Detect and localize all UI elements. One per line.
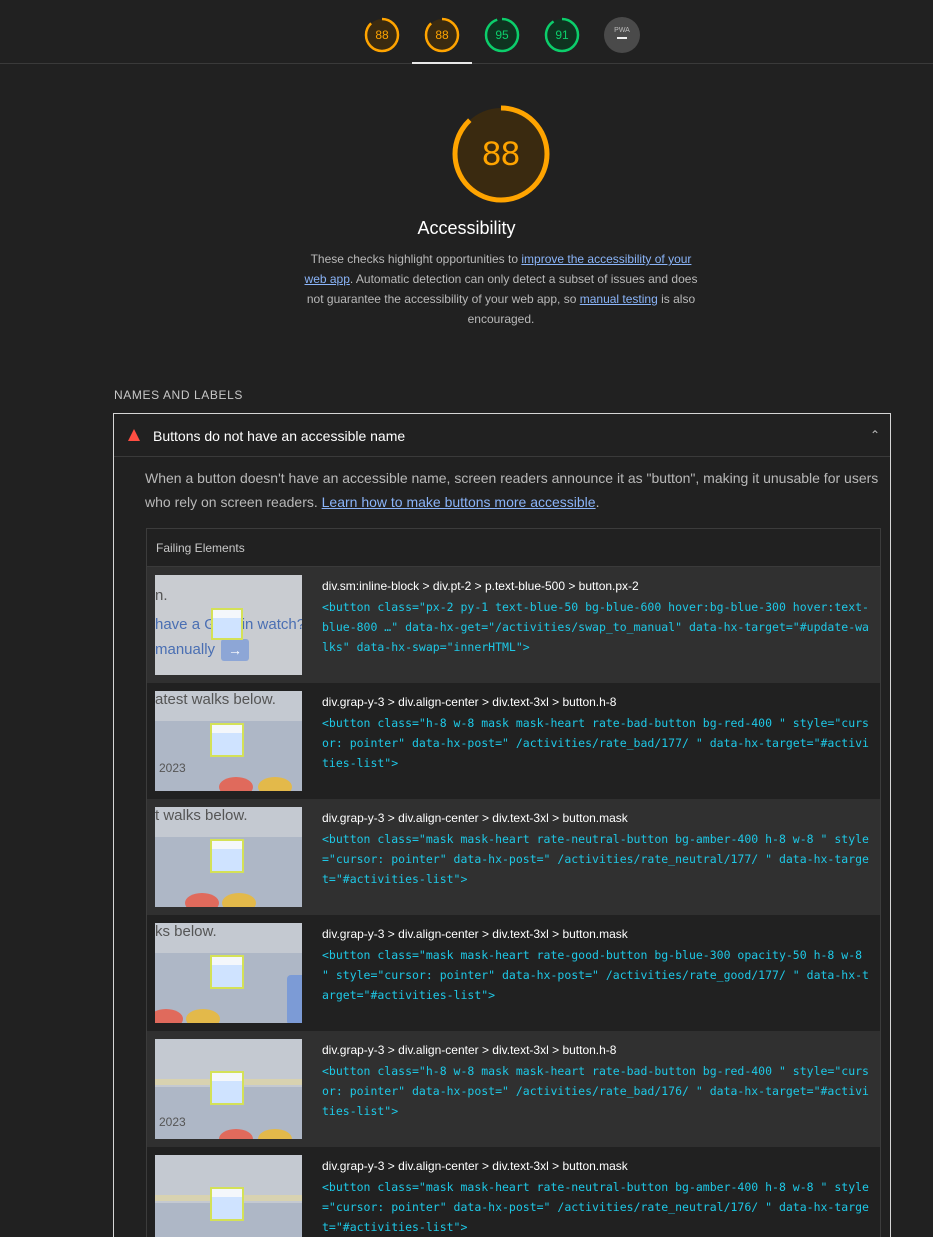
node-snippet: <button class="mask mask-heart rate-neut… (322, 832, 869, 886)
table-row[interactable]: t walks below. div.grap-y-3 > div.align-… (147, 799, 880, 915)
thumb-text: n. (155, 587, 168, 604)
manual-testing-link[interactable]: manual testing (580, 292, 658, 306)
chevron-up-icon[interactable]: ⌃ (870, 428, 880, 442)
thumb-text: atest walks below. (155, 691, 276, 708)
audit-buttons-accessible-name: Buttons do not have an accessible name ⌃… (113, 413, 891, 1237)
thumb-text: manually (155, 641, 216, 658)
node-path: div.grap-y-3 > div.align-center > div.te… (322, 811, 628, 825)
learn-more-link[interactable]: Learn how to make buttons more accessibl… (322, 494, 596, 510)
score-value: 91 (555, 28, 569, 42)
node-snippet: <button class="mask mask-heart rate-good… (322, 948, 869, 1002)
table-row[interactable]: atest walks below. 2023 div.grap-y-3 > d… (147, 683, 880, 799)
table-header: Failing Elements (147, 529, 880, 567)
score-tab-best-practices[interactable]: 95 (484, 17, 520, 53)
score-tab-seo[interactable]: 91 (544, 17, 580, 53)
score-tab-performance[interactable]: 88 (364, 17, 400, 53)
node-snippet: <button class="mask mask-heart rate-neut… (322, 1180, 869, 1234)
node-snippet: <button class="px-2 py-1 text-blue-50 bg… (322, 600, 869, 654)
audit-title: Buttons do not have an accessible name (153, 428, 406, 444)
score-value: 88 (435, 28, 449, 42)
heart-icon (186, 1009, 220, 1023)
score-tab-accessibility[interactable]: 88 (424, 17, 460, 53)
element-screenshot: atest walks below. 2023 (155, 691, 302, 791)
score-tab-bar: 88 88 95 91 PWA (0, 0, 933, 64)
node-path: div.grap-y-3 > div.align-center > div.te… (322, 927, 628, 941)
thumb-text: ks below. (155, 923, 217, 940)
node-path: div.grap-y-3 > div.align-center > div.te… (322, 695, 617, 709)
thumb-text: 2023 (159, 1115, 186, 1129)
highlight-box (210, 955, 244, 989)
heart-icon (222, 893, 256, 907)
score-value: 95 (495, 28, 509, 42)
pwa-dash-icon (617, 37, 627, 39)
node-path: div.grap-y-3 > div.align-center > div.te… (322, 1043, 617, 1057)
heart-icon (185, 893, 219, 907)
table-row[interactable]: div.grap-y-3 > div.align-center > div.te… (147, 1147, 880, 1237)
accessibility-score-value: 88 (482, 134, 520, 173)
element-screenshot: n. have a Garmin watch? manually → (155, 575, 302, 675)
node-path: div.grap-y-3 > div.align-center > div.te… (322, 1159, 628, 1173)
heart-icon (258, 777, 292, 791)
accessibility-score-gauge: 88 (452, 105, 550, 203)
audit-description: When a button doesn't have an accessible… (145, 466, 885, 514)
active-tab-indicator (412, 62, 472, 64)
highlight-box (210, 1071, 244, 1105)
highlight-box (211, 608, 243, 640)
highlight-box (210, 1187, 244, 1221)
table-row[interactable]: ks below. div.grap-y-3 > div.align-cente… (147, 915, 880, 1031)
highlight-box (210, 839, 244, 873)
category-description: These checks highlight opportunities to … (300, 249, 702, 329)
fail-triangle-icon (128, 429, 140, 441)
table-row[interactable]: 2023 div.grap-y-3 > div.align-center > d… (147, 1031, 880, 1147)
thumb-text: t walks below. (155, 807, 248, 824)
score-tab-pwa[interactable]: PWA (604, 17, 640, 53)
element-screenshot: t walks below. (155, 807, 302, 907)
highlight-box (210, 723, 244, 757)
audit-header[interactable]: Buttons do not have an accessible name ⌃ (114, 414, 890, 457)
table-row[interactable]: n. have a Garmin watch? manually → div.s… (147, 567, 880, 683)
failing-elements-table: Failing Elements n. have a Garmin watch?… (146, 528, 881, 1237)
element-screenshot: ks below. (155, 923, 302, 1023)
thumb-text: 2023 (159, 761, 186, 775)
element-screenshot: 2023 (155, 1039, 302, 1139)
pwa-label: PWA (614, 27, 630, 34)
description-text: These checks highlight opportunities to (310, 252, 522, 266)
node-snippet: <button class="h-8 w-8 mask mask-heart r… (322, 1064, 869, 1118)
button-shape (287, 975, 302, 1023)
heart-icon (219, 777, 253, 791)
score-value: 88 (375, 28, 389, 42)
arrow-right-icon: → (221, 639, 249, 661)
node-path: div.sm:inline-block > div.pt-2 > p.text-… (322, 579, 639, 593)
element-screenshot (155, 1155, 302, 1237)
category-title: Accessibility (417, 218, 516, 238)
section-heading: NAMES AND LABELS (114, 388, 243, 402)
description-text: . (595, 494, 600, 510)
node-snippet: <button class="h-8 w-8 mask mask-heart r… (322, 716, 869, 770)
